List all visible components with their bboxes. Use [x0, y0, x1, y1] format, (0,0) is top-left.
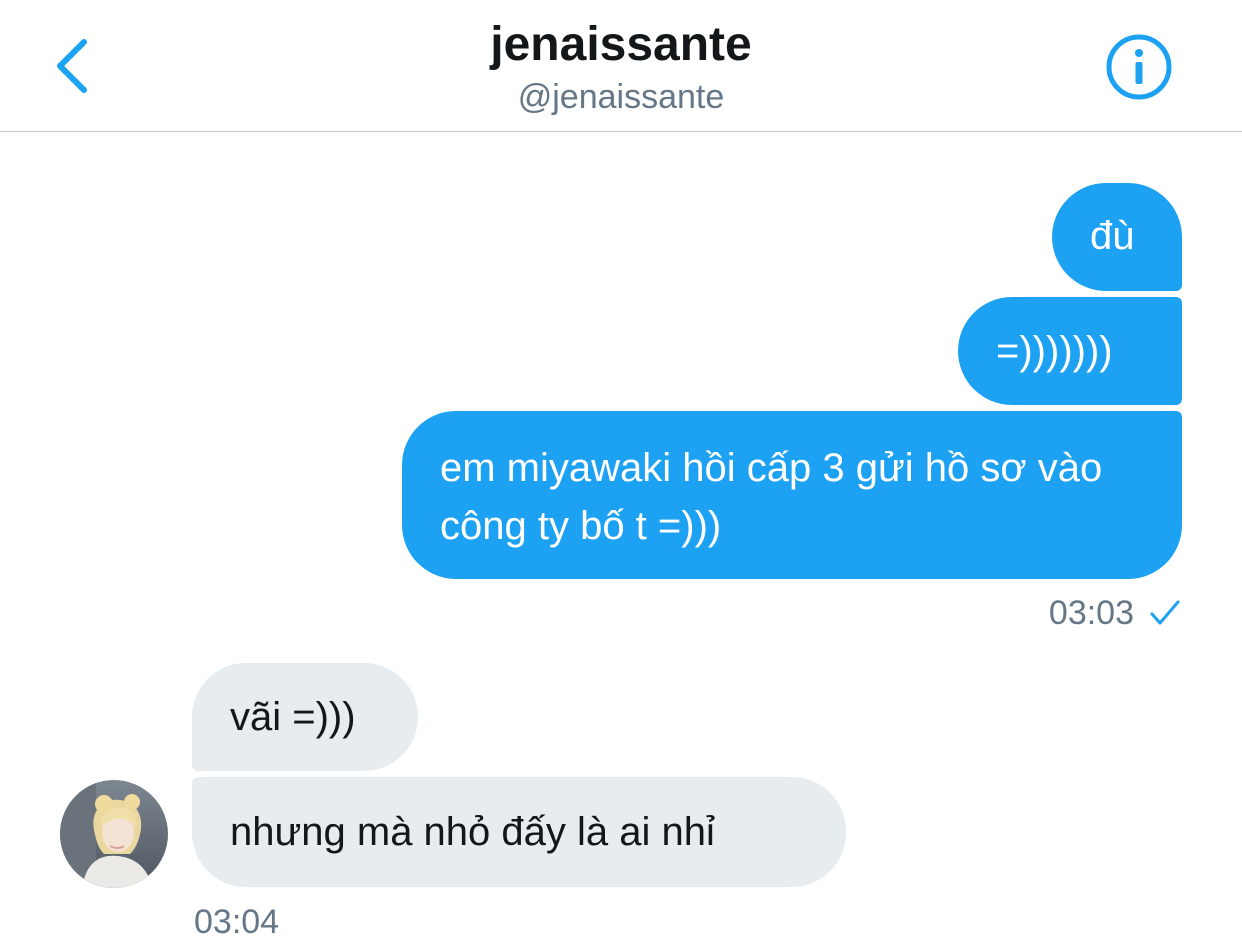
- avatar-image: [60, 780, 168, 888]
- conversation-header: jenaissante @jenaissante: [0, 0, 1242, 132]
- conversation-title[interactable]: jenaissante: [0, 16, 1242, 74]
- message-bubble-outgoing[interactable]: em miyawaki hồi cấp 3 gửi hồ sơ vào công…: [402, 411, 1182, 579]
- checkmark-icon: [1150, 600, 1180, 625]
- conversation-handle[interactable]: @jenaissante: [0, 76, 1242, 118]
- message-bubble-incoming[interactable]: nhưng mà nhỏ đấy là ai nhỉ: [192, 777, 846, 887]
- info-icon: [1106, 34, 1172, 100]
- message-bubble-incoming[interactable]: vãi =))): [192, 663, 418, 771]
- info-button[interactable]: [1104, 32, 1174, 102]
- message-timestamp: 03:04: [194, 903, 280, 941]
- message-bubble-outgoing[interactable]: =))))))): [958, 297, 1182, 405]
- avatar[interactable]: [60, 780, 168, 888]
- message-bubble-outgoing[interactable]: đù: [1052, 183, 1182, 291]
- dm-conversation-screen: jenaissante @jenaissante đù =))))))) em …: [0, 0, 1242, 942]
- message-timestamp: 03:03: [1048, 594, 1134, 632]
